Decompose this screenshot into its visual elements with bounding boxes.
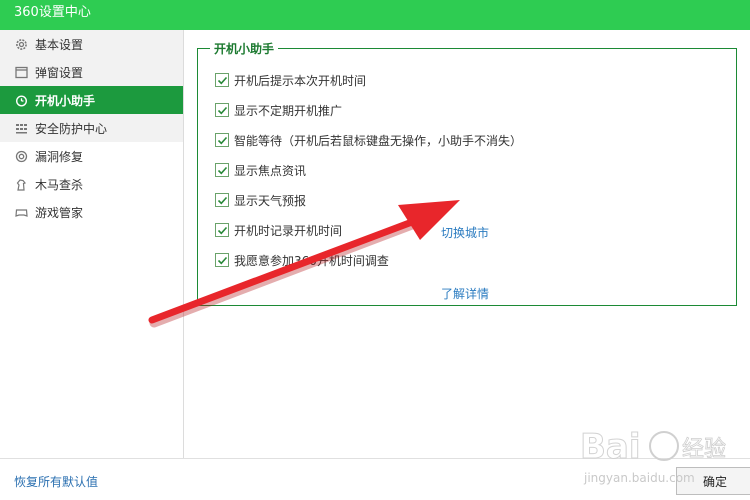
checkbox[interactable]: [215, 133, 229, 147]
sidebar-item-label: 游戏管家: [35, 205, 84, 220]
watermark: Bai 经验 jingyan.baidu.com: [578, 418, 743, 493]
sidebar-item-popup[interactable]: 弹窗设置: [0, 58, 183, 86]
checkbox[interactable]: [215, 73, 229, 87]
gear-icon: [14, 37, 28, 51]
option-row[interactable]: 智能等待（开机后若鼠标键盘无操作，小助手不消失）: [215, 130, 522, 150]
sidebar-empty-area: [0, 226, 183, 458]
option-label: 开机后提示本次开机时间: [234, 73, 367, 88]
clock-icon: [14, 93, 28, 107]
option-label: 我愿意参加360开机时间调查: [234, 253, 389, 268]
horse-icon: [14, 177, 28, 191]
sidebar-item-boot-assistant[interactable]: 开机小助手: [0, 86, 183, 114]
svg-text:经验: 经验: [682, 437, 726, 462]
option-label: 显示天气预报: [234, 193, 307, 208]
sidebar-item-label: 安全防护中心: [35, 121, 108, 136]
learn-more-link[interactable]: 了解详情: [441, 285, 489, 302]
option-row[interactable]: 开机时记录开机时间: [215, 220, 342, 240]
group-title: 开机小助手: [210, 40, 279, 57]
checkbox[interactable]: [215, 253, 229, 267]
option-row[interactable]: 显示焦点资讯: [215, 160, 306, 180]
sidebar-item-label: 开机小助手: [35, 93, 96, 108]
option-label: 显示焦点资讯: [234, 163, 307, 178]
svg-text:jingyan.baidu.com: jingyan.baidu.com: [583, 471, 695, 485]
sidebar-item-basic[interactable]: 基本设置: [0, 30, 183, 58]
option-row[interactable]: 显示天气预报: [215, 190, 306, 210]
main-content: 开机小助手 开机后提示本次开机时间 显示不定期开机推广 智能等待（开机后若鼠标键…: [185, 30, 750, 458]
sidebar-item-label: 弹窗设置: [35, 65, 84, 80]
sidebar-item-label: 基本设置: [35, 37, 84, 52]
option-row[interactable]: 开机后提示本次开机时间: [215, 70, 366, 90]
checkbox[interactable]: [215, 103, 229, 117]
restore-defaults-link[interactable]: 恢复所有默认值: [14, 473, 98, 490]
option-row[interactable]: 我愿意参加360开机时间调查: [215, 250, 389, 270]
option-label: 开机时记录开机时间: [234, 223, 343, 238]
sidebar-item-vuln-fix[interactable]: 漏洞修复: [0, 142, 183, 170]
checkbox[interactable]: [215, 193, 229, 207]
target-icon: [14, 149, 28, 163]
option-label: 显示不定期开机推广: [234, 103, 343, 118]
option-row[interactable]: 显示不定期开机推广: [215, 100, 342, 120]
boot-assistant-group: 开机小助手 开机后提示本次开机时间 显示不定期开机推广 智能等待（开机后若鼠标键…: [197, 40, 737, 306]
sidebar-item-label: 漏洞修复: [35, 149, 84, 164]
checkbox[interactable]: [215, 223, 229, 237]
option-label: 智能等待（开机后若鼠标键盘无操作，小助手不消失）: [234, 133, 523, 148]
switch-city-link[interactable]: 切换城市: [441, 224, 489, 241]
sidebar: 基本设置 弹窗设置 开机小助手 安全防护中心 漏洞修复 木马查杀 游戏管家: [0, 30, 184, 458]
window-title: 360设置中心: [14, 5, 91, 20]
sidebar-item-game-manager[interactable]: 游戏管家: [0, 198, 183, 226]
title-bar: 360设置中心: [0, 0, 750, 30]
sidebar-item-security[interactable]: 安全防护中心: [0, 114, 183, 142]
grid-icon: [14, 121, 28, 135]
sidebar-item-trojan-scan[interactable]: 木马查杀: [0, 170, 183, 198]
gamepad-icon: [14, 205, 28, 219]
svg-text:Bai: Bai: [580, 427, 641, 467]
window-icon: [14, 65, 28, 79]
sidebar-item-label: 木马查杀: [35, 177, 84, 192]
checkbox[interactable]: [215, 163, 229, 177]
